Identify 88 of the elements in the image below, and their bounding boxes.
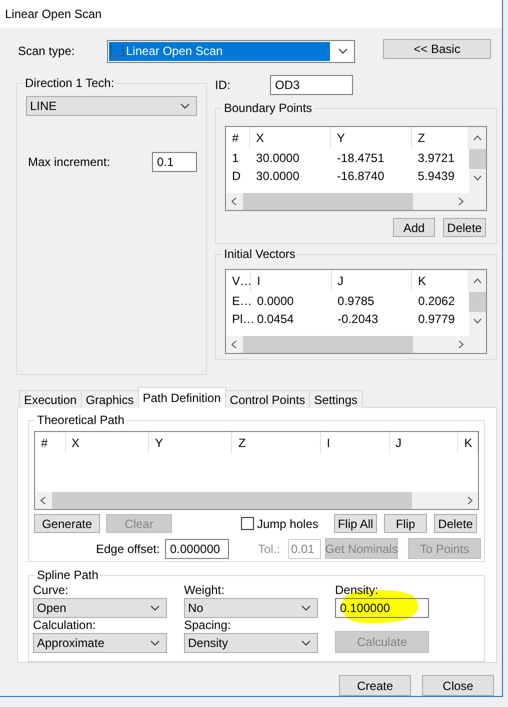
checkbox-label: Jump holes [257,516,320,530]
input-field[interactable]: 0.1 [152,152,197,172]
column-header[interactable]: I [251,270,332,292]
column-header[interactable]: Z [232,432,321,454]
group-title: Initial Vectors [222,247,298,261]
column-header[interactable]: V… [226,270,251,292]
add-button[interactable]: Add [393,218,435,237]
tab[interactable]: Path Definition [138,387,226,408]
column-header[interactable]: X [66,432,149,454]
scrollbar[interactable] [35,492,478,509]
scroll-up-icon[interactable] [473,278,482,284]
field-label: ID: [215,78,232,92]
table-cell-text: 0.2062 [417,294,456,308]
dropdown[interactable]: Approximate [33,633,167,653]
chevron-icon [180,103,190,109]
column-header[interactable]: Y [148,432,232,454]
table-cell-text: -16.8740 [336,169,386,183]
delete-button[interactable]: Delete [443,218,486,237]
chevron-icon [301,605,311,611]
dropdown[interactable]: Linear Open Scan [107,40,355,62]
group-title: Direction 1 Tech: [23,76,116,90]
field-label: Edge offset: [96,542,161,556]
column-header[interactable]: K [458,432,478,454]
tab[interactable]: Control Points [224,390,310,408]
scan-icon [109,44,125,58]
table-cell-text: 30.0000 [255,151,300,165]
tab[interactable]: Settings [309,390,363,408]
input-field[interactable]: OD3 [270,75,353,95]
dropdown[interactable]: No [184,598,318,618]
group-title: Spline Path [35,568,100,582]
chevron-icon [301,640,311,646]
table-cell-text: 0.0454 [256,312,295,326]
scrollbar[interactable] [226,193,486,210]
input-field[interactable]: 0.000000 [165,538,229,558]
table-cell-text: 0.0000 [256,294,295,308]
field-label: Curve: [33,583,70,597]
checkbox[interactable] [241,517,254,530]
table-cell-text: 5.9439 [416,169,456,183]
scroll-down-icon[interactable] [473,318,482,324]
table-cell-text: 0.9779 [417,312,456,326]
table-cell-text: -18.4751 [336,151,386,165]
list-view[interactable]: # X Y Z 1 30.0000 -18.4751 3.9721 D 30.0000 -16.8740 5.9439 [225,126,487,211]
column-header[interactable]: Y [330,127,412,149]
field-label: Scan type: [18,44,76,58]
basic-button[interactable]: << Basic [383,39,491,59]
column-header[interactable]: # [226,127,250,149]
list-view[interactable]: # X Y Z I J K [34,431,479,510]
field-label: Calculation: [33,618,97,632]
close-button[interactable]: Close [422,675,494,696]
column-header[interactable]: I [320,432,390,454]
group-title: Boundary Points [222,101,314,115]
flip-all-button[interactable]: Flip All [334,514,377,533]
dropdown[interactable]: Open [33,598,167,618]
flip-button[interactable]: Flip [384,514,427,533]
generate-button[interactable]: Generate [34,514,100,533]
table-cell-text: 3.9721 [416,151,456,165]
scrollbar[interactable] [469,270,486,336]
column-header[interactable]: J [390,432,458,454]
scrollbar[interactable] [469,127,486,193]
column-header[interactable]: # [35,432,66,454]
field-label: Max increment: [28,155,110,169]
table-cell-text: E… [231,294,251,308]
scrollbar[interactable] [226,336,486,353]
scroll-up-icon[interactable] [473,135,482,141]
dropdown[interactable]: Density [184,633,318,653]
window-title: Linear Open Scan [5,7,102,21]
field-label: Spacing: [184,618,232,632]
chevron-icon [338,48,348,54]
column-header[interactable]: J [332,270,412,292]
delete-button[interactable]: Delete [434,514,477,533]
table-cell-text: Pl… [231,312,251,326]
table-cell-text: -0.2043 [336,312,380,326]
tab[interactable]: Graphics [80,390,139,408]
tab[interactable]: Execution [19,390,82,408]
table-cell-text: 0.9785 [336,294,376,308]
chevron-icon [150,605,160,611]
table-cell-text: 30.0000 [255,169,300,183]
field-label: Tol.: [258,542,282,556]
column-header[interactable]: X [250,127,331,149]
chevron-icon [150,640,160,646]
table-cell-text: 1 [231,151,240,165]
field-label: Weight: [184,583,226,597]
dropdown[interactable]: LINE [26,96,197,116]
list-view[interactable]: V… I J K E… 0.0000 0.9785 0.2062 Pl… 0.0454 -0.2043 0.9779 [225,269,487,354]
create-button[interactable]: Create [339,675,411,696]
group-title: Theoretical Path [35,413,126,427]
table-cell-text: D [231,169,242,183]
scroll-down-icon[interactable] [473,175,482,181]
